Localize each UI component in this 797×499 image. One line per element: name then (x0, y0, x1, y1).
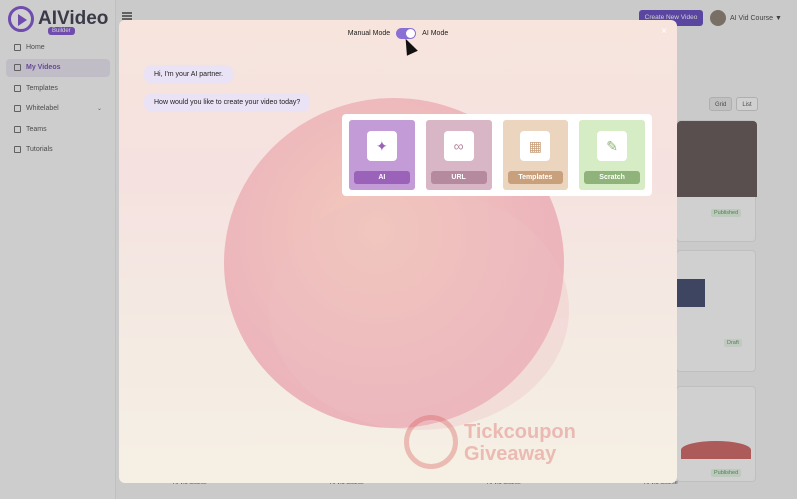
option-url[interactable]: ∞ URL (425, 120, 492, 190)
create-options: ✦ AI ∞ URL ▦ Templates ✎ Scratch (342, 114, 652, 196)
ai-create-modal: Manual Mode AI Mode × Hi, I'm your AI pa… (119, 20, 677, 483)
scratch-icon: ✎ (597, 131, 628, 161)
option-scratch[interactable]: ✎ Scratch (579, 120, 645, 190)
option-templates[interactable]: ▦ Templates (502, 120, 569, 190)
decorative-blob (269, 190, 569, 430)
close-icon[interactable]: × (661, 26, 667, 37)
option-label: Scratch (584, 171, 640, 184)
mode-switch-row: Manual Mode AI Mode (119, 28, 677, 39)
ai-image-icon: ✦ (366, 131, 397, 161)
ai-mode-label: AI Mode (422, 30, 449, 37)
link-icon: ∞ (443, 131, 474, 161)
manual-mode-label: Manual Mode (347, 30, 391, 37)
watermark-check-icon (404, 415, 458, 469)
watermark-line1: Tickcoupon (464, 421, 576, 443)
option-ai[interactable]: ✦ AI (349, 120, 415, 190)
watermark-line2: Giveaway (464, 443, 557, 465)
watermark: Tickcoupon Giveaway (404, 415, 604, 475)
watermark-text: Tickcoupon Giveaway (464, 421, 576, 465)
chat-bubble-question: How would you like to create your video … (144, 93, 311, 112)
option-label: Templates (507, 171, 564, 184)
chat-bubble-greeting: Hi, I'm your AI partner. (144, 65, 234, 84)
option-label: AI (354, 171, 410, 184)
option-label: URL (430, 171, 487, 184)
templates-icon: ▦ (520, 131, 551, 161)
